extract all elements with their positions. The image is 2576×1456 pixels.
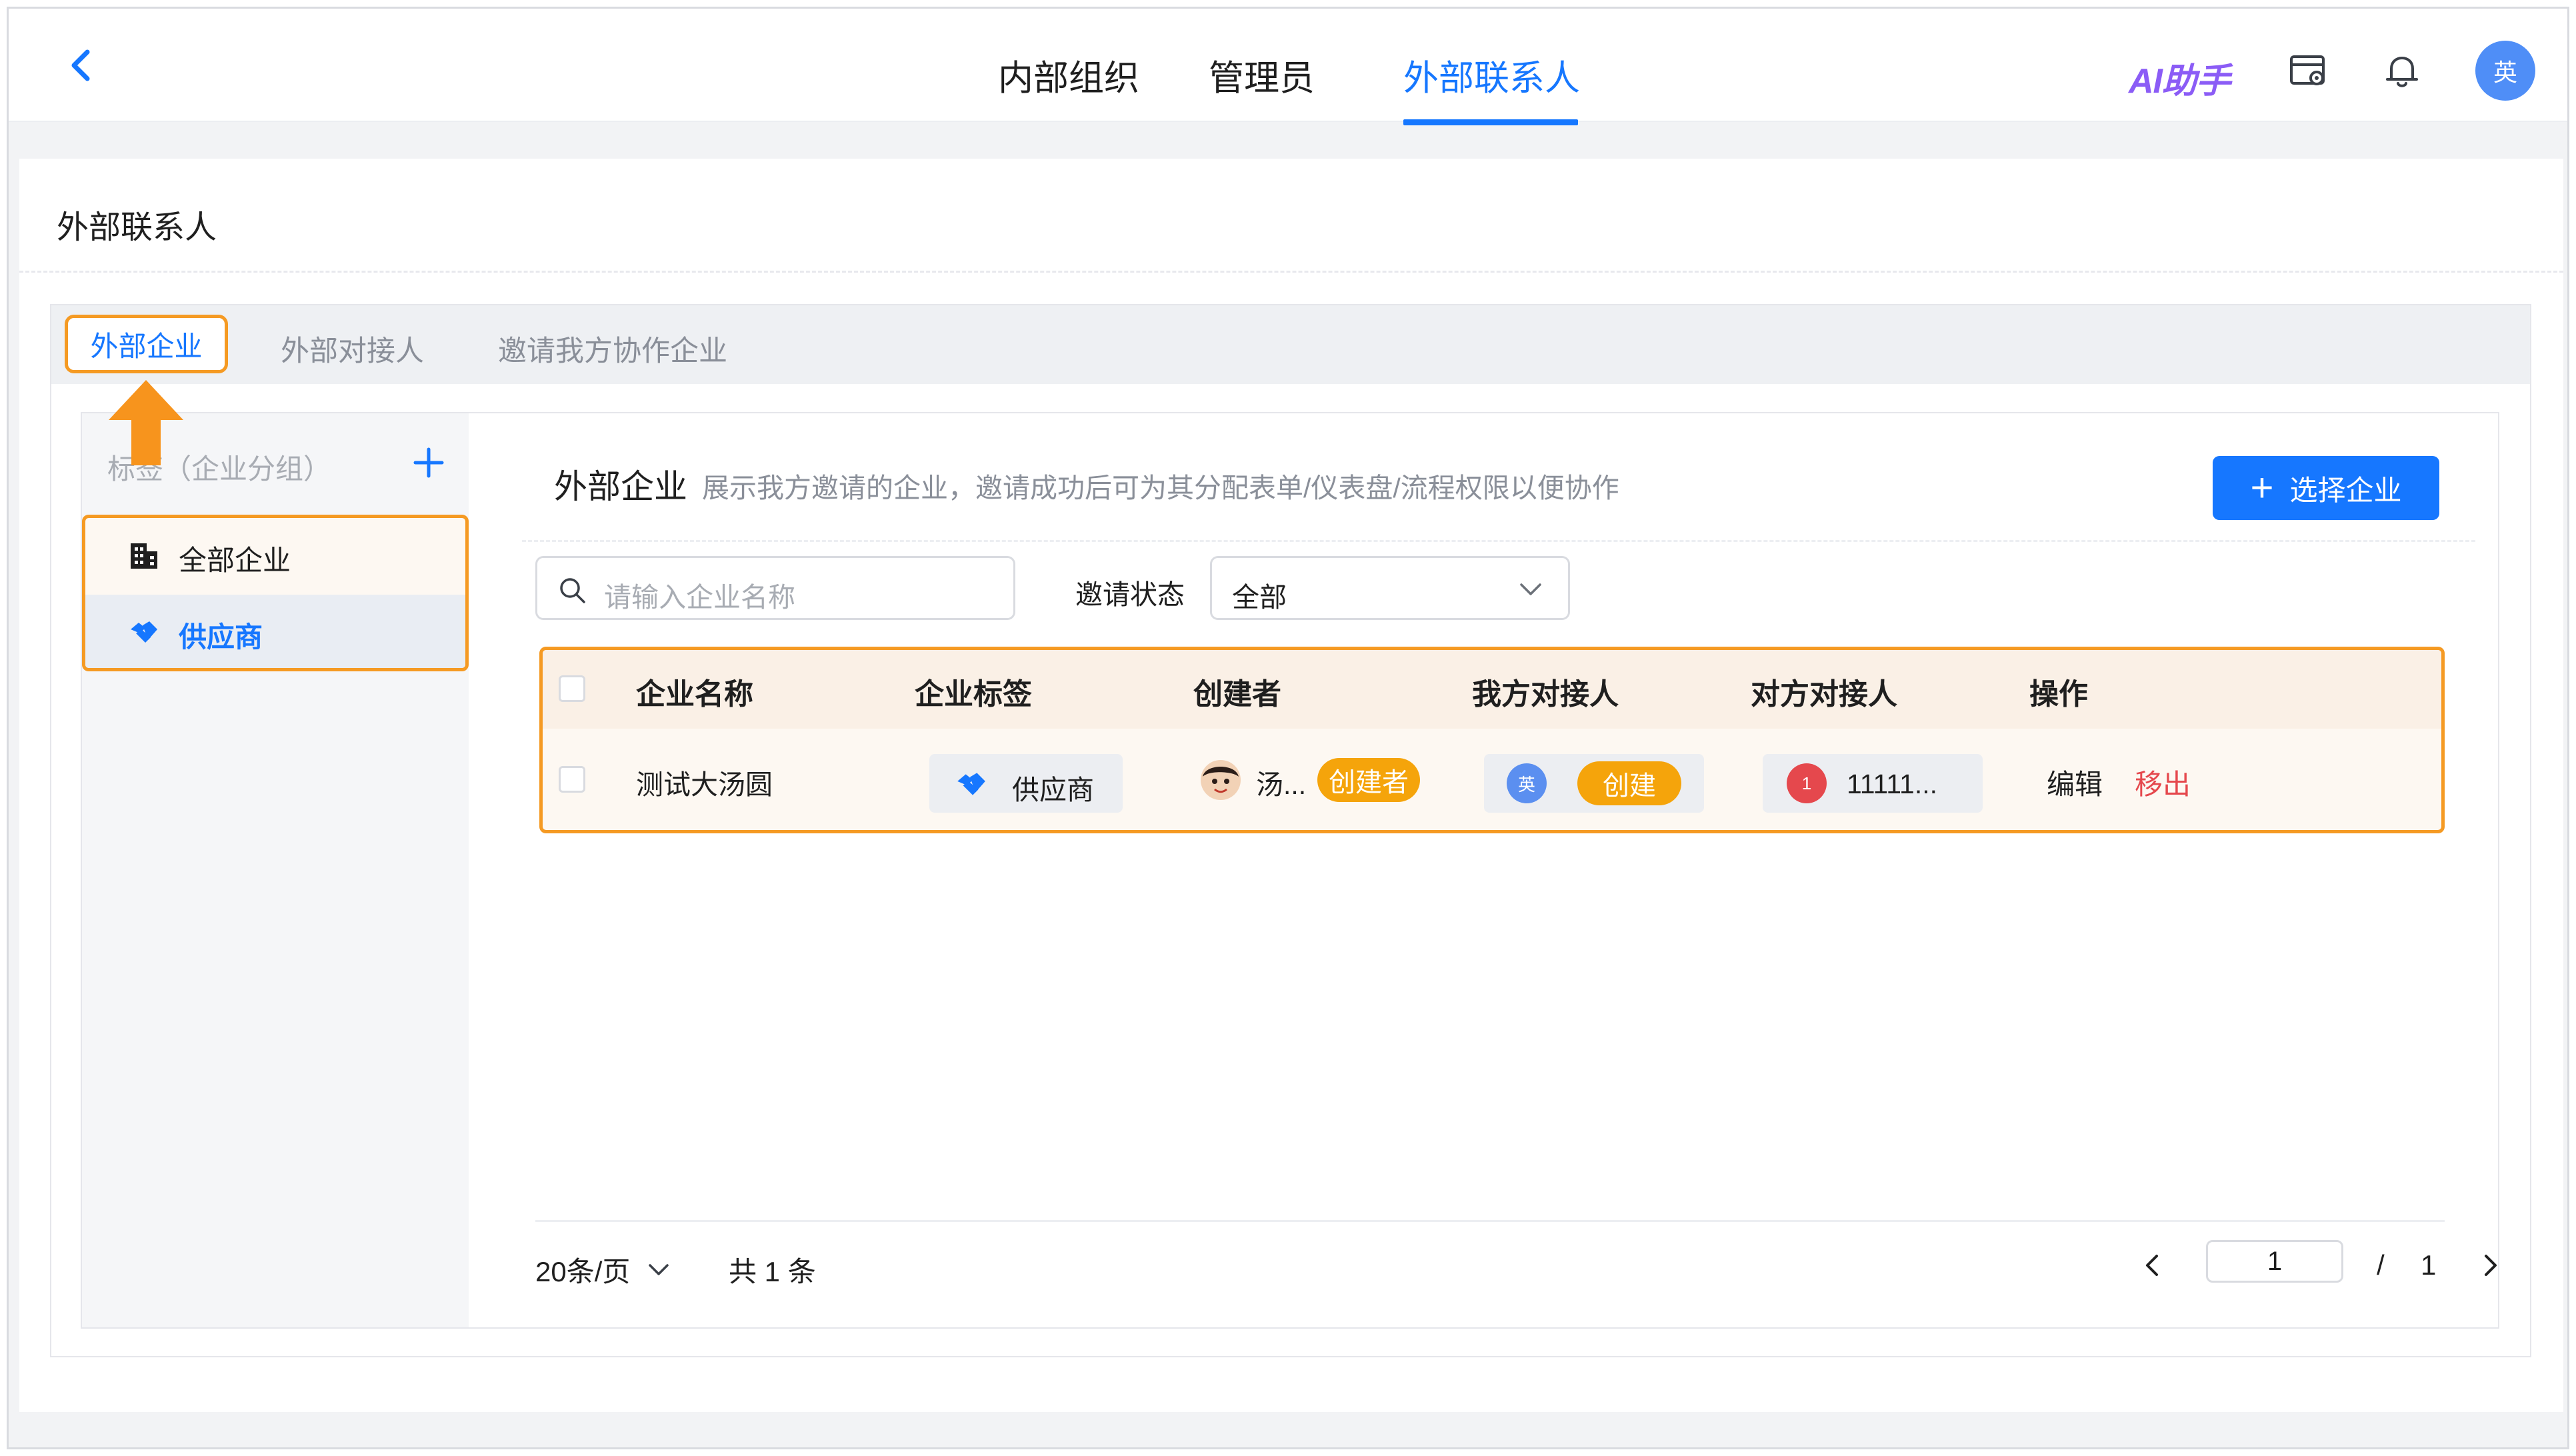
our-contact-avatar: 英 [1507,763,1547,803]
column-header-our-contact: 我方对接人 [1472,678,1619,711]
sidebar-item-label: 全部企业 [179,545,291,576]
ai-assistant-label: 助手 [2162,62,2231,101]
their-contact-avatar: 1 [1787,763,1827,803]
tab-admins[interactable]: 管理员 [1209,50,1315,101]
tab-external-companies[interactable]: 外部企业 [65,315,228,373]
their-contact-chip[interactable]: 1 11111... [1763,754,1983,813]
section-description: 展示我方邀请的企业，邀请成功后可为其分配表单/仪表盘/流程权限以便协作 [702,473,1619,503]
company-tag-chip: 供应商 [929,754,1123,813]
top-navigation-bar: 内部组织 管理员 外部联系人 AI助手 英 [9,9,2567,125]
row-checkbox[interactable] [559,766,585,793]
plus-icon: + [2250,465,2274,510]
external-contacts-panel: 外部企业 外部对接人 邀请我方协作企业 标签（企业分组） 全部企业 供应商 外部… [50,304,2531,1357]
active-tab-indicator [1403,119,1578,125]
search-icon [560,578,585,603]
bell-icon[interactable] [2381,50,2423,93]
total-pages: 1 [2421,1249,2437,1281]
tab-external-contacts[interactable]: 外部联系人 [1403,50,1580,101]
app-window: 内部组织 管理员 外部联系人 AI助手 英 外部联系人 外部企业 外部对接人 邀… [7,7,2569,1449]
creator-avatar [1201,760,1241,800]
invite-status-label: 邀请状态 [1075,579,1185,610]
admin-console-icon[interactable] [2287,50,2330,93]
annotation-arrow-icon [109,380,183,465]
section-title: 外部企业 [554,468,687,505]
current-page-input[interactable]: 1 [2206,1240,2343,1283]
search-placeholder: 请输入企业名称 [604,582,795,613]
tab-external-contacts-people[interactable]: 外部对接人 [281,328,424,369]
divider [19,271,2563,273]
ai-assistant-button[interactable]: AI助手 [2129,53,2231,103]
table-header: 企业名称 企业标签 创建者 我方对接人 对方对接人 操作 [543,650,2441,729]
column-header-company-tag: 企业标签 [915,678,1032,711]
page-size-label: 20条/页 [535,1256,631,1287]
handshake-icon [131,621,157,643]
tab-invite-partner-companies[interactable]: 邀请我方协作企业 [498,328,727,369]
company-tag-label: 供应商 [1012,775,1094,805]
page-size-select[interactable]: 20条/页 [535,1249,670,1290]
column-header-company-name: 企业名称 [636,678,753,711]
handshake-icon [957,773,985,795]
tag-sidebar: 标签（企业分组） 全部企业 供应商 [82,413,469,1327]
column-header-creator: 创建者 [1193,678,1281,711]
tag-list: 全部企业 供应商 [82,515,469,671]
chevron-down-icon [649,1263,669,1275]
companies-table: 企业名称 企业标签 创建者 我方对接人 对方对接人 操作 测试大汤圆 供应商 汤… [539,647,2445,833]
column-header-their-contact: 对方对接人 [1751,678,1897,711]
total-count: 共 1 条 [729,1256,816,1287]
add-tag-icon[interactable] [409,443,449,483]
page-title: 外部联系人 [57,210,217,245]
select-company-button[interactable]: + 选择企业 [2213,456,2439,520]
tab-internal-org[interactable]: 内部组织 [998,50,1139,101]
chevron-down-icon [1520,583,1541,595]
creator-badge: 创建者 [1317,758,1420,802]
sub-tabbar: 外部企业 外部对接人 邀请我方协作企业 [51,305,2530,384]
edit-link[interactable]: 编辑 [2047,762,2103,803]
chevron-left-icon[interactable] [2139,1252,2166,1279]
divider [535,1220,2445,1222]
company-search-input[interactable]: 请输入企业名称 [535,556,1015,620]
our-contact-badge: 创建 [1577,761,1681,805]
column-header-actions: 操作 [2029,678,2088,711]
remove-link[interactable]: 移出 [2135,762,2191,803]
companies-workspace: 标签（企业分组） 全部企业 供应商 外部企业 展示我方邀请的企业，邀请成功后可为… [81,412,2499,1329]
creator-name: 汤... [1256,769,1307,800]
sidebar-item-all-companies[interactable]: 全部企业 [85,518,465,591]
our-contact-chip[interactable]: 英 创建 [1484,754,1704,813]
chevron-right-icon[interactable] [2477,1252,2503,1279]
divider [522,540,2475,542]
page-card: 外部联系人 外部企业 外部对接人 邀请我方协作企业 标签（企业分组） 全部企业 … [19,159,2563,1412]
company-name: 测试大汤圆 [636,769,773,800]
sidebar-item-label: 供应商 [179,621,263,653]
their-contact-name: 11111... [1847,769,1938,799]
select-all-checkbox[interactable] [559,675,585,702]
table-row[interactable]: 测试大汤圆 供应商 汤... 创建者 英 创建 1 11111... 编辑 移出 [543,729,2441,830]
select-company-label: 选择企业 [2289,474,2402,506]
sidebar-item-suppliers[interactable]: 供应商 [85,595,465,668]
invite-status-select[interactable]: 全部 [1210,556,1570,620]
building-icon [131,543,157,569]
ai-label: AI [2129,62,2163,101]
page-separator: / [2377,1249,2385,1281]
invite-status-value: 全部 [1232,582,1287,613]
user-avatar[interactable]: 英 [2475,41,2535,101]
